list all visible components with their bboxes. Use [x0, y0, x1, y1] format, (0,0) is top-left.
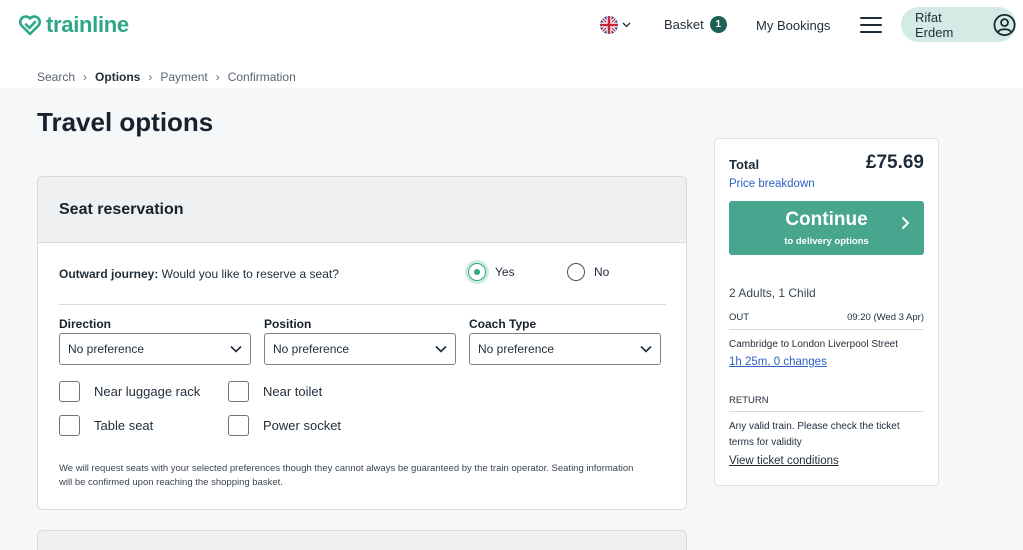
- hamburger-menu-icon[interactable]: [860, 16, 882, 34]
- yes-label: Yes: [495, 265, 515, 279]
- near-luggage-rack-option[interactable]: Near luggage rack: [59, 381, 200, 402]
- order-summary: Total £75.69 Price breakdown Continue to…: [714, 138, 939, 486]
- coach-type-value: No preference: [478, 342, 555, 356]
- outward-label: Outward journey:: [59, 267, 159, 281]
- uk-flag-icon: [600, 16, 618, 34]
- ticket-conditions-link[interactable]: View ticket conditions: [729, 455, 839, 467]
- my-bookings-link[interactable]: My Bookings: [756, 18, 830, 33]
- out-time: 09:20 (Wed 3 Apr): [847, 312, 924, 323]
- account-button[interactable]: Rifat Erdem: [901, 7, 1016, 42]
- continue-sublabel: to delivery options: [784, 236, 869, 247]
- seat-preference-note: We will request seats with your selected…: [59, 463, 634, 488]
- checkbox[interactable]: [59, 415, 80, 436]
- outward-header: OUT 09:20 (Wed 3 Apr): [729, 312, 924, 323]
- basket-label: Basket: [664, 17, 704, 32]
- breadcrumb: Search › Options › Payment › Confirmatio…: [37, 70, 296, 84]
- position-value: No preference: [273, 342, 350, 356]
- out-route: Cambridge to London Liverpool Street: [729, 339, 898, 350]
- seat-reservation-card: Seat reservation Outward journey: Would …: [37, 176, 687, 510]
- divider: [729, 411, 924, 412]
- divider: [729, 329, 924, 330]
- radio-unchecked-icon[interactable]: [567, 263, 585, 281]
- option-label: Near luggage rack: [94, 384, 201, 399]
- checkbox[interactable]: [59, 381, 80, 402]
- option-label: Near toilet: [263, 384, 323, 399]
- breadcrumb-confirmation: Confirmation: [227, 70, 296, 84]
- passenger-count: 2 Adults, 1 Child: [729, 286, 816, 300]
- option-label: Table seat: [94, 418, 154, 433]
- return-header: RETURN: [729, 395, 924, 406]
- basket-link[interactable]: Basket 1: [664, 16, 727, 33]
- position-select-group: Position No preference: [264, 317, 456, 365]
- question-text: Would you like to reserve a seat?: [158, 267, 339, 281]
- position-select[interactable]: No preference: [264, 333, 456, 365]
- coach-type-select-group: Coach Type No preference: [469, 317, 661, 365]
- direction-select-group: Direction No preference: [59, 317, 251, 365]
- return-label: RETURN: [729, 395, 769, 406]
- seat-reservation-title: Seat reservation: [38, 177, 686, 243]
- journey-details-link[interactable]: 1h 25m, 0 changes: [729, 356, 827, 368]
- continue-button[interactable]: Continue to delivery options: [729, 201, 924, 255]
- chevron-right-icon: ›: [83, 70, 88, 84]
- position-label: Position: [264, 317, 312, 331]
- table-seat-option[interactable]: Table seat: [59, 415, 153, 436]
- total-label: Total: [729, 157, 760, 172]
- radio-checked-icon[interactable]: [468, 263, 486, 281]
- checkbox[interactable]: [228, 415, 249, 436]
- page-title: Travel options: [37, 107, 214, 137]
- total-price: £75.69: [865, 152, 924, 173]
- chevron-down-icon: [230, 345, 242, 353]
- out-label: OUT: [729, 312, 750, 323]
- breadcrumb-search[interactable]: Search: [37, 70, 75, 84]
- direction-value: No preference: [68, 342, 145, 356]
- checkbox[interactable]: [228, 381, 249, 402]
- price-breakdown-link[interactable]: Price breakdown: [729, 178, 815, 190]
- chevron-down-icon: [435, 345, 447, 353]
- chevron-right-icon: ›: [215, 70, 220, 84]
- reserve-yes-radio[interactable]: Yes: [468, 263, 515, 281]
- chevron-right-icon: [901, 216, 910, 230]
- next-section-card: [37, 530, 687, 550]
- direction-select[interactable]: No preference: [59, 333, 251, 365]
- breadcrumb-payment: Payment: [160, 70, 208, 84]
- chevron-down-icon: [622, 22, 631, 28]
- user-avatar-icon: [993, 13, 1016, 36]
- continue-label: Continue: [785, 209, 868, 230]
- outward-question: Outward journey: Would you like to reser…: [59, 267, 339, 281]
- top-header: trainline Basket 1 My Bookings Rifat Erd…: [0, 0, 1023, 50]
- language-selector[interactable]: [600, 16, 631, 34]
- option-label: Power socket: [263, 418, 342, 433]
- direction-label: Direction: [59, 317, 112, 331]
- coach-type-label: Coach Type: [469, 317, 537, 331]
- chevron-right-icon: ›: [148, 70, 153, 84]
- heart-logo-icon: [18, 15, 42, 36]
- power-socket-option[interactable]: Power socket: [228, 415, 341, 436]
- account-name: Rifat Erdem: [915, 9, 954, 40]
- divider: [59, 304, 666, 305]
- no-label: No: [594, 265, 610, 279]
- logo-text: trainline: [46, 12, 129, 37]
- breadcrumb-options: Options: [95, 70, 141, 84]
- return-text: Any valid train. Please check the ticket…: [729, 421, 900, 448]
- coach-type-select[interactable]: No preference: [469, 333, 661, 365]
- breadcrumb-bar: Search › Options › Payment › Confirmatio…: [0, 50, 1023, 88]
- trainline-logo[interactable]: trainline: [18, 12, 129, 38]
- reserve-no-radio[interactable]: No: [567, 263, 609, 281]
- chevron-down-icon: [640, 345, 652, 353]
- near-toilet-option[interactable]: Near toilet: [228, 381, 322, 402]
- basket-count-badge: 1: [709, 16, 727, 33]
